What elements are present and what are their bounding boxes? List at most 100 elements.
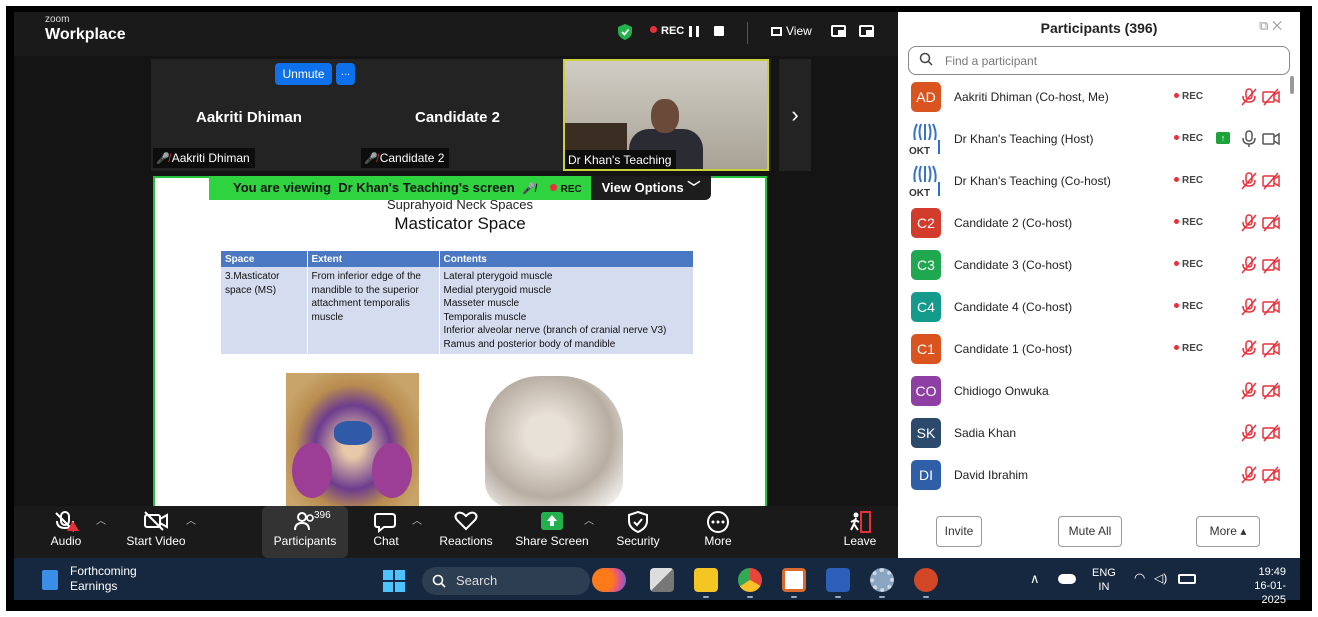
more-button[interactable]: More	[696, 506, 740, 558]
muted-mic-icon[interactable]	[1240, 424, 1258, 442]
news-widget[interactable]: Forthcoming Earnings	[70, 564, 137, 594]
encryption-shield-icon[interactable]	[618, 24, 632, 40]
volume-icon[interactable]: ◁)	[1154, 571, 1167, 585]
invite-button[interactable]: Invite	[936, 516, 982, 547]
participant-row[interactable]: C2 Candidate 2 (Co-host) REC	[898, 202, 1300, 244]
camera-off-icon[interactable]	[1262, 256, 1280, 274]
muted-mic-icon[interactable]	[1240, 88, 1258, 106]
participants-count: 396	[314, 510, 331, 521]
avatar: C2	[911, 208, 941, 238]
table-cell: From inferior edge of the mandible to th…	[307, 267, 440, 354]
muted-mic-icon: 🎤̸	[522, 183, 537, 195]
participant-row[interactable]: SK Sadia Khan	[898, 412, 1300, 454]
audio-options-caret-icon[interactable]: ︿	[96, 512, 106, 527]
heart-icon	[438, 506, 494, 534]
task-view-icon[interactable]	[650, 568, 674, 592]
participant-row[interactable]: CO Chidiogo Onwuka	[898, 370, 1300, 412]
participant-row[interactable]: C3 Candidate 3 (Co-host) REC	[898, 244, 1300, 286]
leave-button[interactable]: Leave	[838, 506, 882, 558]
search-placeholder: Find a participant	[945, 54, 1038, 68]
participant-row[interactable]: OKT Dr Khan's Teaching (Co-host) REC	[898, 160, 1300, 202]
participant-row[interactable]: C1 Candidate 1 (Co-host) REC	[898, 328, 1300, 370]
chat-options-caret-icon[interactable]: ︿	[412, 512, 422, 527]
table-cell: 3.Masticator space (MS)	[221, 267, 308, 354]
muted-mic-icon[interactable]	[1240, 382, 1258, 400]
mic-icon[interactable]	[1240, 130, 1258, 148]
camera-off-icon[interactable]	[1262, 382, 1280, 400]
participant-name: Candidate 2 (Co-host)	[954, 216, 1073, 230]
tile-name-tag: 🎤̸ Candidate 2	[361, 148, 450, 168]
camera-off-icon[interactable]	[1262, 340, 1280, 358]
mute-all-button[interactable]: Mute All	[1058, 516, 1122, 547]
language-indicator[interactable]: ENG IN	[1092, 566, 1116, 594]
pause-recording-icon[interactable]	[689, 26, 699, 37]
camera-off-icon[interactable]	[1262, 424, 1280, 442]
search-highlight-icon[interactable]	[592, 568, 626, 592]
tile-name-tag: 🎤̸ Aakriti Dhiman	[153, 148, 255, 168]
muted-mic-icon[interactable]	[1240, 214, 1258, 232]
view-options-button[interactable]: View Options ﹀	[591, 176, 711, 200]
more-menu-button[interactable]: More ▴	[1196, 516, 1260, 547]
participant-row[interactable]: OKT Dr Khan's Teaching (Host) REC ↑	[898, 118, 1300, 160]
unmute-button[interactable]: Unmute	[275, 63, 332, 85]
camera-off-icon[interactable]	[1262, 172, 1280, 190]
muted-mic-icon[interactable]	[1240, 256, 1258, 274]
chat-button[interactable]: Chat	[366, 506, 406, 558]
svg-text:OKT: OKT	[909, 188, 930, 198]
video-person-head	[651, 99, 679, 133]
show-hidden-icons-caret[interactable]: ∧	[1030, 572, 1040, 586]
start-video-button[interactable]: Start Video	[122, 506, 190, 558]
reactions-button[interactable]: Reactions	[438, 506, 494, 558]
stocks-widget-icon[interactable]	[42, 570, 58, 590]
muted-mic-icon[interactable]	[1240, 298, 1258, 316]
participant-row[interactable]: DI David Ibrahim	[898, 454, 1300, 496]
share-options-caret-icon[interactable]: ︿	[584, 512, 594, 527]
camera-off-icon[interactable]	[1262, 214, 1280, 232]
security-button[interactable]: Security	[614, 506, 662, 558]
view-button[interactable]: View	[771, 24, 812, 38]
security-shield-icon	[614, 506, 662, 534]
muted-mic-icon[interactable]	[1240, 466, 1258, 484]
audio-button[interactable]: Audio	[44, 506, 88, 558]
wifi-icon[interactable]: ◠	[1134, 571, 1145, 585]
camera-off-icon[interactable]	[1262, 298, 1280, 316]
next-page-arrow-icon[interactable]: ›	[779, 59, 811, 171]
viewing-screen-banner: You are viewing Dr Khan's Teaching's scr…	[209, 176, 591, 200]
powerpoint-icon[interactable]	[914, 568, 938, 592]
muted-mic-icon[interactable]	[1240, 340, 1258, 358]
chrome-icon[interactable]	[738, 568, 762, 592]
host-video-tile[interactable]: Dr Khan's Teaching	[563, 59, 769, 171]
camera-off-icon[interactable]	[1262, 466, 1280, 484]
skull-anatomy-image	[485, 376, 623, 506]
stop-recording-icon[interactable]	[714, 26, 724, 36]
close-icon[interactable]: ✕	[1272, 18, 1282, 33]
participant-name: Sadia Khan	[954, 426, 1017, 440]
weather-cloud-icon[interactable]	[1058, 574, 1076, 584]
video-options-caret-icon[interactable]: ︿	[186, 512, 196, 527]
camera-off-icon[interactable]	[1262, 88, 1280, 106]
minimize-window-icon[interactable]	[859, 25, 874, 37]
participant-name: Dr Khan's Teaching (Host)	[954, 132, 1094, 146]
settings-gear-icon[interactable]	[870, 568, 894, 592]
avatar: C3	[911, 250, 941, 280]
clock[interactable]: 19:49 16-01-2025	[1230, 565, 1286, 607]
recording-indicator: REC	[650, 25, 684, 37]
file-explorer-icon[interactable]	[694, 568, 718, 592]
participant-row[interactable]: AD Aakriti Dhiman (Co-host, Me) REC	[898, 76, 1300, 118]
share-screen-button[interactable]: Share Screen	[514, 506, 590, 558]
participant-name: David Ibrahim	[954, 468, 1029, 482]
tile-more-button[interactable]: ...	[336, 63, 355, 85]
windows-start-icon[interactable]	[383, 570, 405, 592]
camera-icon[interactable]	[1262, 130, 1280, 148]
popout-icon[interactable]: ⧉	[1259, 18, 1268, 33]
share-screen-icon	[514, 506, 590, 534]
word-icon[interactable]	[826, 568, 850, 592]
battery-icon[interactable]	[1178, 574, 1196, 584]
participants-button[interactable]: 396 Participants	[262, 506, 348, 558]
picture-in-picture-icon[interactable]	[831, 25, 846, 37]
muted-mic-icon[interactable]	[1240, 172, 1258, 190]
participant-row[interactable]: C4 Candidate 4 (Co-host) REC	[898, 286, 1300, 328]
snipping-tool-icon[interactable]	[782, 568, 806, 592]
participant-search-input[interactable]: Find a participant	[908, 46, 1290, 75]
taskbar-search-box[interactable]: Search	[422, 567, 590, 595]
